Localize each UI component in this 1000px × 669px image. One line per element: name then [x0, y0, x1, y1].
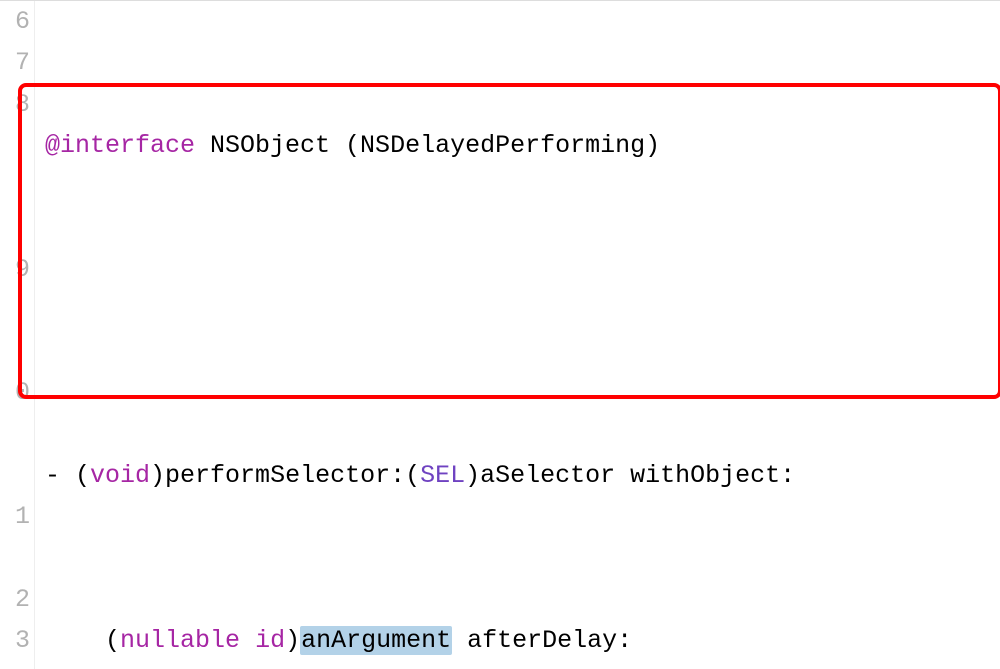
token-text	[240, 626, 255, 655]
token-text: )aSelector withObject:	[465, 461, 795, 490]
line-number	[0, 125, 30, 166]
token-keyword: id	[255, 626, 285, 655]
code-line[interactable]: (nullable id)anArgument afterDelay:	[41, 620, 1000, 661]
line-number	[0, 537, 30, 578]
token-text: afterDelay:	[452, 626, 632, 655]
line-number	[0, 455, 30, 496]
token-text: )	[150, 461, 165, 490]
line-number-gutter: 6 7 8 9 0 1 2 3	[0, 1, 35, 669]
line-number: 3	[0, 620, 30, 661]
line-number: 7	[0, 42, 30, 83]
token-type: SEL	[420, 461, 465, 490]
token-keyword: nullable	[120, 626, 240, 655]
code-line[interactable]: - (void)performSelector:(SEL)aSelector w…	[41, 455, 1000, 496]
line-number: 8	[0, 84, 30, 125]
line-number	[0, 166, 30, 207]
code-editor[interactable]: 6 7 8 9 0 1 2 3 @interface NSObject (NSD…	[0, 0, 1000, 669]
selection-highlight: anArgument	[300, 626, 452, 655]
line-number: 1	[0, 496, 30, 537]
line-number	[0, 414, 30, 455]
token-text: NSObject (NSDelayedPerforming)	[195, 131, 660, 160]
token-keyword: @interface	[45, 131, 195, 160]
token-text: (	[45, 626, 120, 655]
code-area[interactable]: @interface NSObject (NSDelayedPerforming…	[35, 1, 1000, 669]
token-text: performSelector:(	[165, 461, 420, 490]
line-number	[0, 207, 30, 248]
line-number	[0, 331, 30, 372]
token-text: - (	[45, 461, 90, 490]
code-line[interactable]: @interface NSObject (NSDelayedPerforming…	[41, 125, 1000, 166]
line-number	[0, 290, 30, 331]
line-number: 9	[0, 249, 30, 290]
line-number: 0	[0, 372, 30, 413]
token-keyword: void	[90, 461, 150, 490]
line-number: 2	[0, 579, 30, 620]
token-text: )	[285, 626, 300, 655]
line-number: 6	[0, 1, 30, 42]
